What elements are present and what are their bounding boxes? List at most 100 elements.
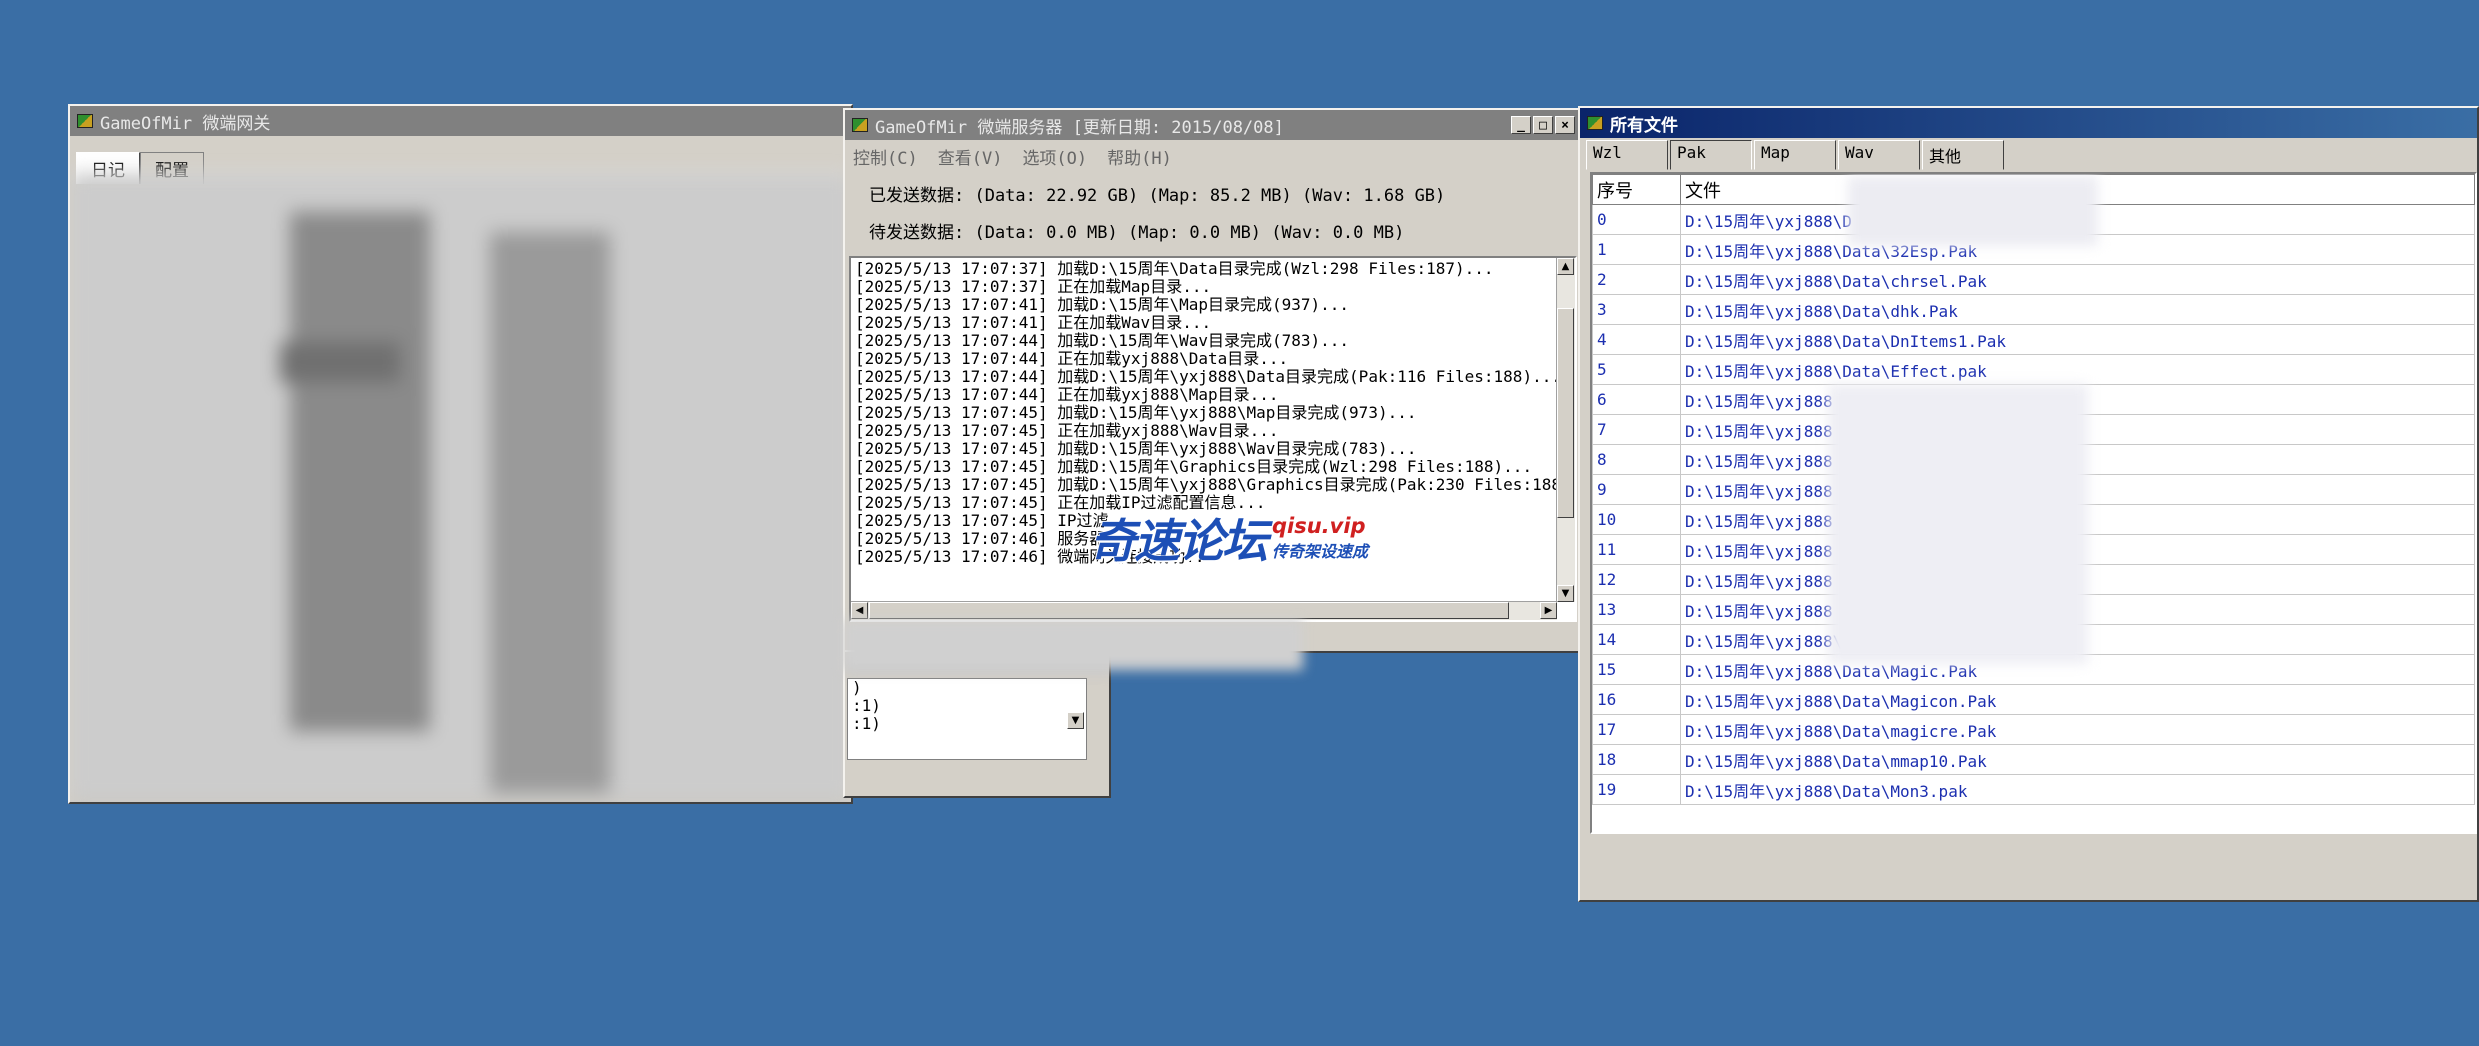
app-icon [851, 116, 869, 134]
files-grid: 序号 文件 0 D:\15周年\yxj888\D 1 D:\15周年\yxj888\D… [1590, 172, 2477, 834]
log-line: [2025/5/13 17:07:41] 加载D:\15周年\Map目录完成(9… [855, 295, 1350, 314]
tab-map[interactable]: Map [1754, 140, 1836, 170]
row-file-path: D:\15周年\yxj888\Data\Effect.pak [1680, 354, 2475, 385]
server-titlebar[interactable]: GameOfMir 微端服务器 [更新日期: 2015/08/08] _ □ × [845, 110, 1581, 140]
server-menubar: 控制(C) 查看(V) 选项(O) 帮助(H) [845, 140, 1581, 173]
log-line: [2025/5/13 17:07:44] 加载D:\15周年\Wav目录完成(7… [855, 331, 1350, 350]
scroll-left-icon[interactable]: ◀ [851, 602, 868, 619]
row-index: 1 [1592, 234, 1681, 265]
row-index: 7 [1592, 414, 1681, 445]
row-index: 14 [1592, 624, 1681, 655]
partial-line: :1) [852, 696, 881, 715]
row-index: 5 [1592, 354, 1681, 385]
server-title: GameOfMir 微端服务器 [更新日期: 2015/08/08] [875, 117, 1284, 138]
row-file-path: D:\15周年\yxj888\Data\DnItems1.Pak [1680, 324, 2475, 355]
scroll-up-icon[interactable]: ▲ [1557, 258, 1574, 275]
log-line: [2025/5/13 17:07:37] 加载D:\15周年\Data目录完成(… [855, 259, 1494, 278]
log-line: [2025/5/13 17:07:44] 正在加载yxj888\Data目录..… [855, 349, 1289, 368]
menu-view[interactable]: 查看(V) [938, 144, 1003, 169]
blurred-region [1828, 384, 2088, 664]
blurred-overlay [843, 620, 1303, 670]
gateway-titlebar[interactable]: GameOfMir 微端网关 [70, 106, 851, 136]
row-index: 13 [1592, 594, 1681, 625]
table-row[interactable]: 16 D:\15周年\yxj888\Data\Magicon.Pak [1592, 684, 2475, 715]
scroll-thumb[interactable] [1557, 308, 1574, 518]
row-index: 3 [1592, 294, 1681, 325]
row-file-path: D:\15周年\yxj888\Data\chrsel.Pak [1680, 264, 2475, 295]
tab-other[interactable]: 其他 [1922, 140, 2004, 170]
row-file-path: D:\15周年\yxj888\Data\dhk.Pak [1680, 294, 2475, 325]
maximize-button[interactable]: □ [1533, 116, 1553, 134]
row-index: 18 [1592, 744, 1681, 775]
files-window: 所有文件 Wzl Pak Map Wav 其他 序号 文件 0 D:\15周年\y… [1578, 106, 2479, 902]
scroll-down-icon[interactable]: ▼ [1067, 712, 1084, 729]
table-row[interactable]: 17 D:\15周年\yxj888\Data\magicre.Pak [1592, 714, 2475, 745]
tab-wzl[interactable]: Wzl [1586, 140, 1668, 170]
blurred-region [1848, 176, 2098, 246]
partial-window: ) :1) :1) ▼ [843, 650, 1111, 798]
watermark-logo: 奇速论坛 qisu.vip 传奇架设速成 [1090, 505, 1368, 571]
row-index: 6 [1592, 384, 1681, 415]
log-line: [2025/5/13 17:07:45] 加载D:\15周年\Graphics目… [855, 457, 1533, 476]
log-vertical-scrollbar[interactable]: ▲ ▼ [1556, 258, 1575, 602]
sent-data-label: 已发送数据: (Data: 22.92 GB) (Map: 85.2 MB) (… [869, 186, 1446, 206]
row-index: 0 [1592, 204, 1681, 235]
watermark-url: qisu.vip [1272, 514, 1366, 538]
row-index: 11 [1592, 534, 1681, 565]
tab-pak[interactable]: Pak [1670, 140, 1752, 170]
pending-data-label: 待发送数据: (Data: 0.0 MB) (Map: 0.0 MB) (Wav… [869, 223, 1405, 243]
row-file-path: D:\15周年\yxj888\Data\mmap10.Pak [1680, 744, 2475, 775]
row-index: 12 [1592, 564, 1681, 595]
files-title: 所有文件 [1610, 115, 1678, 136]
tab-wav[interactable]: Wav [1838, 140, 1920, 170]
column-header-index[interactable]: 序号 [1592, 174, 1681, 205]
menu-control[interactable]: 控制(C) [853, 144, 918, 169]
gateway-blurred-content [70, 172, 851, 802]
log-line: [2025/5/13 17:07:45] 加载D:\15周年\yxj888\Ma… [855, 403, 1417, 422]
log-line: [2025/5/13 17:07:45] 加载D:\15周年\yxj888\Gr… [855, 475, 1577, 494]
menu-help[interactable]: 帮助(H) [1107, 144, 1172, 169]
gateway-title: GameOfMir 微端网关 [100, 113, 271, 134]
partial-line: :1) [852, 714, 881, 733]
row-index: 9 [1592, 474, 1681, 505]
close-button[interactable]: × [1555, 116, 1575, 134]
hscroll-thumb[interactable] [869, 602, 1509, 619]
row-file-path: D:\15周年\yxj888\Data\Magicon.Pak [1680, 684, 2475, 715]
menu-options[interactable]: 选项(O) [1022, 144, 1087, 169]
row-file-path: D:\15周年\yxj888\Data\magicre.Pak [1680, 714, 2475, 745]
table-row[interactable]: 5 D:\15周年\yxj888\Data\Effect.pak [1592, 354, 2475, 385]
table-row[interactable]: 2 D:\15周年\yxj888\Data\chrsel.Pak [1592, 264, 2475, 295]
table-row[interactable]: 18 D:\15周年\yxj888\Data\mmap10.Pak [1592, 744, 2475, 775]
scroll-right-icon[interactable]: ▶ [1540, 602, 1557, 619]
gateway-window: GameOfMir 微端网关 日记 配置 [68, 104, 853, 804]
minimize-button[interactable]: _ [1511, 116, 1531, 134]
row-index: 17 [1592, 714, 1681, 745]
row-index: 10 [1592, 504, 1681, 535]
row-index: 15 [1592, 654, 1681, 685]
table-row[interactable]: 4 D:\15周年\yxj888\Data\DnItems1.Pak [1592, 324, 2475, 355]
files-tabs: Wzl Pak Map Wav 其他 [1580, 138, 2477, 170]
log-line: [2025/5/13 17:07:44] 正在加载yxj888\Map目录... [855, 385, 1279, 404]
app-icon [1586, 114, 1604, 132]
watermark-subtitle: 传奇架设速成 [1272, 542, 1369, 561]
table-row[interactable]: 19 D:\15周年\yxj888\Data\Mon3.pak [1592, 774, 2475, 805]
files-titlebar[interactable]: 所有文件 [1580, 108, 2477, 138]
log-horizontal-scrollbar[interactable]: ◀ ▶ [851, 601, 1557, 620]
log-line: [2025/5/13 17:07:37] 正在加载Map目录... [855, 277, 1212, 296]
watermark-main: 奇速论坛 [1090, 514, 1268, 568]
table-row[interactable]: 3 D:\15周年\yxj888\Data\dhk.Pak [1592, 294, 2475, 325]
log-line: [2025/5/13 17:07:44] 加载D:\15周年\yxj888\Da… [855, 367, 1561, 386]
log-line: [2025/5/13 17:07:45] 加载D:\15周年\yxj888\Wa… [855, 439, 1417, 458]
log-line: [2025/5/13 17:07:41] 正在加载Wav目录... [855, 313, 1212, 332]
row-index: 2 [1592, 264, 1681, 295]
partial-line: ) [852, 678, 862, 697]
row-index: 8 [1592, 444, 1681, 475]
app-icon [76, 112, 94, 130]
row-index: 19 [1592, 774, 1681, 805]
row-index: 16 [1592, 684, 1681, 715]
row-file-path: D:\15周年\yxj888\Data\Mon3.pak [1680, 774, 2475, 805]
partial-list: ) :1) :1) [847, 678, 1087, 760]
log-line: [2025/5/13 17:07:45] 正在加载yxj888\Wav目录... [855, 421, 1279, 440]
scroll-down-icon[interactable]: ▼ [1557, 585, 1574, 602]
server-window: GameOfMir 微端服务器 [更新日期: 2015/08/08] _ □ ×… [843, 108, 1583, 653]
